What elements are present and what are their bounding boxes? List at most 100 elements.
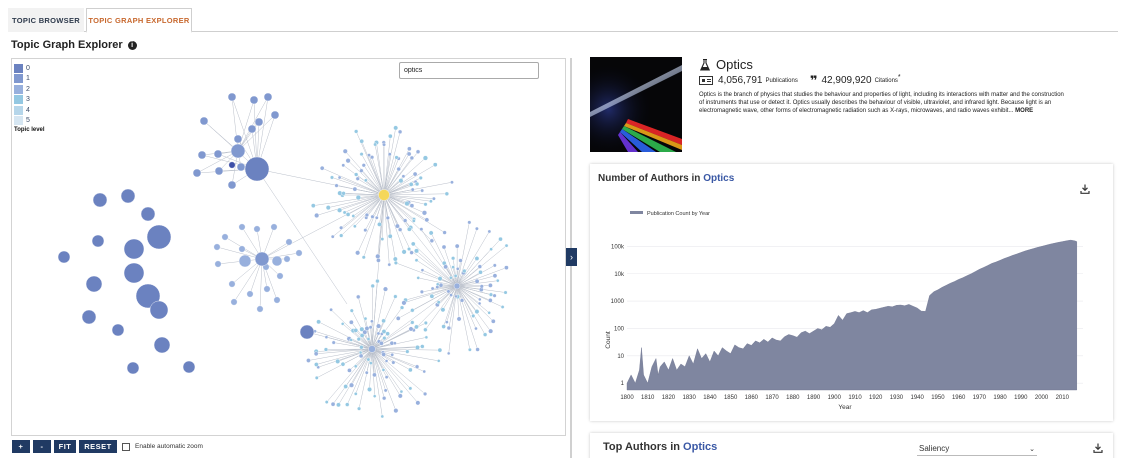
graph-node xyxy=(353,392,358,396)
graph-node xyxy=(197,150,207,160)
graph-node xyxy=(504,265,509,270)
top-authors-title-topic: Optics xyxy=(683,441,718,453)
panel-toggle-chevron-icon[interactable]: › xyxy=(566,248,577,266)
graph-node xyxy=(341,163,346,168)
info-icon[interactable]: i xyxy=(127,40,137,50)
graph-node xyxy=(437,347,443,353)
graph-node xyxy=(349,319,354,325)
graph-node xyxy=(437,276,443,282)
download-icon[interactable] xyxy=(1093,443,1103,453)
graph-node xyxy=(221,233,229,241)
graph-node xyxy=(442,230,447,235)
graph-edge xyxy=(259,258,263,310)
prism-light-image xyxy=(590,57,682,152)
graph-node xyxy=(408,326,414,332)
graph-node xyxy=(482,332,488,337)
download-icon[interactable] xyxy=(1080,184,1090,194)
graph-node xyxy=(416,276,421,280)
authors-card-title-prefix: Number of Authors in xyxy=(598,173,701,184)
graph-node xyxy=(458,258,463,263)
x-tick-label: 1870 xyxy=(765,395,779,401)
isolated-topic-node xyxy=(120,188,136,204)
graph-node xyxy=(500,305,505,309)
graph-node xyxy=(375,278,380,284)
topic-graph-canvas[interactable] xyxy=(12,59,565,435)
graph-node xyxy=(329,307,333,312)
x-tick-label: 1910 xyxy=(848,395,862,401)
graph-node xyxy=(479,284,484,289)
reset-button[interactable]: RESET xyxy=(79,440,117,453)
tab-topic-browser[interactable]: TOPIC BROWSER xyxy=(8,8,84,32)
graph-node xyxy=(256,305,264,313)
legend-label: 3 xyxy=(26,96,30,104)
cluster-center-node xyxy=(378,189,390,201)
graph-node xyxy=(495,278,500,283)
graph-node xyxy=(492,263,497,268)
graph-node xyxy=(324,400,329,404)
graph-node xyxy=(409,203,415,208)
legend-label: 2 xyxy=(26,85,30,93)
graph-node xyxy=(343,384,348,389)
graph-node xyxy=(419,227,424,232)
graph-node xyxy=(381,329,387,334)
graph-node xyxy=(363,228,368,233)
graph-node xyxy=(459,298,465,303)
graph-node xyxy=(397,227,403,232)
tab-topic-graph-explorer[interactable]: TOPIC GRAPH EXPLORER xyxy=(86,8,192,33)
graph-node xyxy=(455,267,460,271)
graph-node xyxy=(369,361,373,365)
graph-node xyxy=(331,340,336,345)
graph-node xyxy=(467,347,472,352)
graph-node xyxy=(407,247,412,251)
graph-search-input[interactable] xyxy=(399,62,539,79)
graph-node xyxy=(367,386,372,392)
graph-node xyxy=(236,162,246,172)
graph-node xyxy=(474,309,480,314)
zoom-in-button[interactable]: + xyxy=(12,440,30,453)
authors-card-title: Number of Authors in Optics xyxy=(598,173,734,184)
graph-node xyxy=(409,250,414,255)
graph-edge xyxy=(456,238,501,287)
graph-node xyxy=(366,357,371,362)
graph-node xyxy=(410,308,415,313)
graph-node xyxy=(353,328,359,333)
graph-node xyxy=(358,353,364,359)
cluster-center-node xyxy=(368,345,376,353)
graph-node xyxy=(406,151,412,157)
graph-node xyxy=(488,298,493,303)
graph-node xyxy=(422,155,428,161)
graph-node xyxy=(380,414,385,419)
graph-node xyxy=(428,230,434,236)
legend-label: 5 xyxy=(26,117,30,125)
authors-card-title-topic: Optics xyxy=(703,173,735,184)
graph-node xyxy=(345,158,351,164)
y-tick-label: 10k xyxy=(614,272,625,278)
graph-node xyxy=(474,326,478,331)
x-tick-label: 1930 xyxy=(890,395,904,401)
more-link[interactable]: MORE xyxy=(1015,108,1033,114)
sort-select[interactable]: Saliency ⌄ xyxy=(917,442,1037,456)
graph-node xyxy=(340,322,345,326)
graph-node xyxy=(233,134,243,144)
citations-count: 42,909,920 xyxy=(821,75,872,86)
graph-node xyxy=(382,396,387,401)
graph-node xyxy=(370,283,375,289)
graph-node xyxy=(454,243,460,249)
legend-swatch xyxy=(14,63,23,73)
zoom-out-button[interactable]: - xyxy=(33,440,51,453)
graph-node xyxy=(354,172,359,177)
graph-node xyxy=(419,289,424,294)
graph-node xyxy=(423,327,428,332)
graph-node xyxy=(402,218,408,223)
graph-node xyxy=(359,345,364,350)
graph-node xyxy=(247,124,257,134)
graph-node xyxy=(342,148,348,154)
cluster-center-node xyxy=(453,282,461,290)
citations-label: Citations xyxy=(874,77,898,84)
graph-node xyxy=(367,153,371,157)
graph-node xyxy=(441,324,446,329)
auto-zoom-checkbox[interactable] xyxy=(122,442,130,451)
fit-button[interactable]: FIT xyxy=(54,440,76,453)
graph-node xyxy=(444,191,450,196)
graph-node xyxy=(238,245,246,253)
